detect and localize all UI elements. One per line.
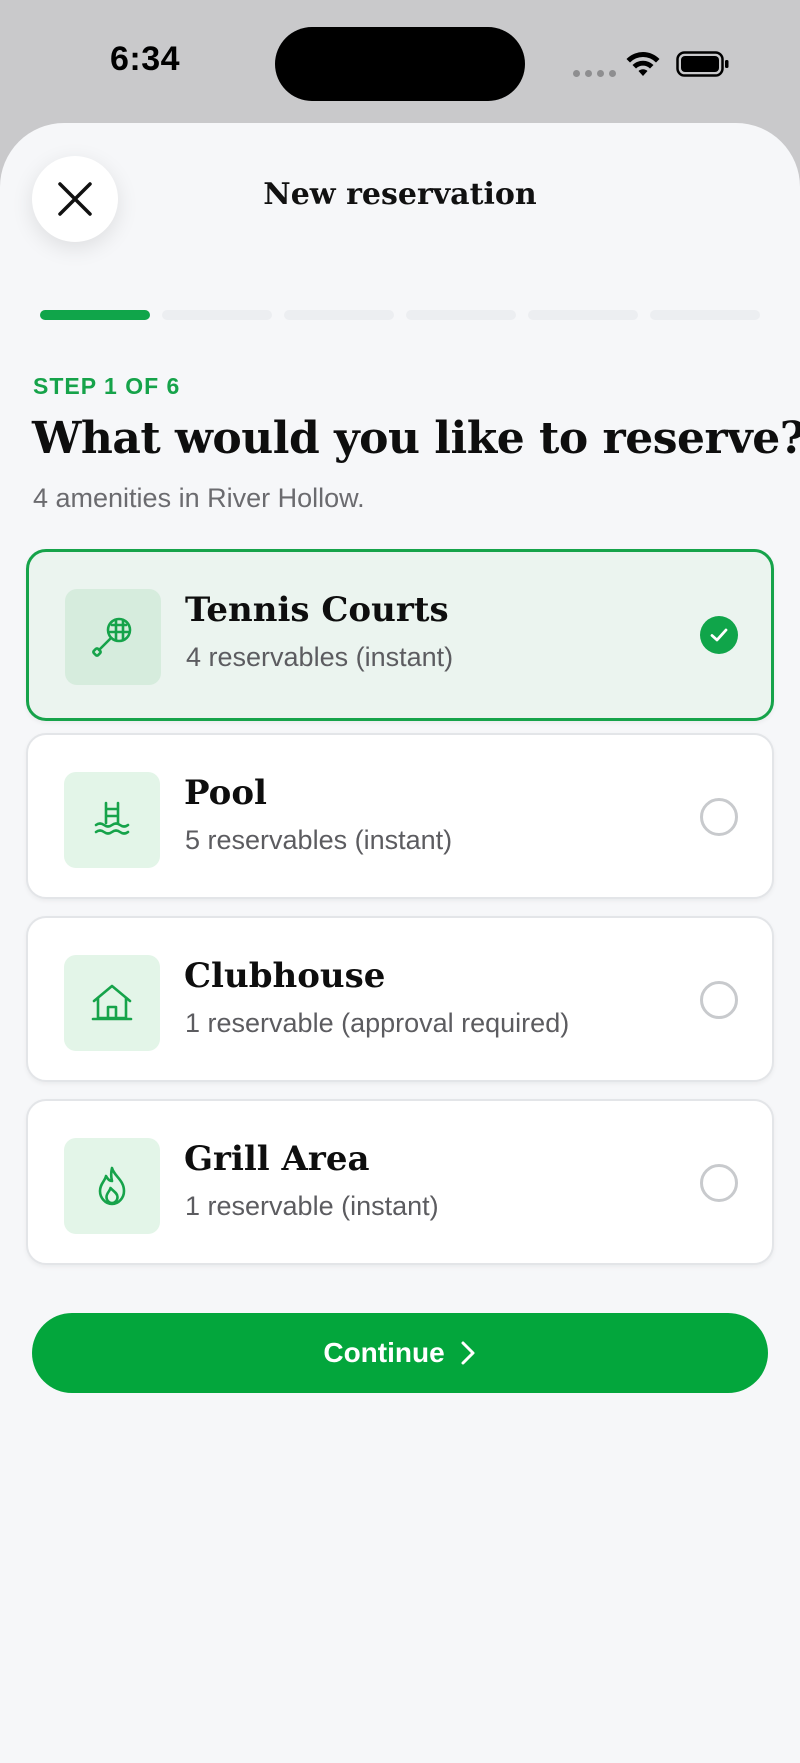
house-icon: [91, 984, 133, 1021]
pool-ladder-icon: [94, 801, 130, 835]
reservation-sheet: New reservation STEP 1 OF 6 What would y…: [0, 123, 800, 1763]
selected-radio[interactable]: [700, 616, 738, 654]
page-subtitle: 4 amenities in River Hollow.: [33, 483, 365, 513]
status-bar: 6:34: [0, 0, 800, 120]
unselected-radio[interactable]: [700, 981, 738, 1019]
page-title: What would you like to reserve?: [32, 413, 800, 464]
progress-segment-1: [40, 310, 150, 320]
amenity-title: Grill Area: [184, 1139, 370, 1179]
unselected-radio[interactable]: [700, 798, 738, 836]
amenity-icon-tile: [64, 955, 160, 1051]
unselected-radio[interactable]: [700, 1164, 738, 1202]
check-icon: [710, 628, 728, 642]
amenity-icon-tile: [64, 772, 160, 868]
battery-icon: [676, 51, 729, 77]
dynamic-island: [275, 27, 525, 101]
amenity-subtitle: 5 reservables (instant): [185, 825, 453, 855]
amenity-icon-tile: [65, 589, 161, 685]
step-label: STEP 1 OF 6: [33, 373, 181, 399]
amenity-title: Pool: [184, 773, 267, 813]
step-progress-bar: [40, 310, 760, 320]
progress-segment-5: [528, 310, 638, 320]
amenity-title: Tennis Courts: [185, 590, 449, 630]
amenity-option-tennis-courts[interactable]: Tennis Courts 4 reservables (instant): [26, 549, 774, 721]
amenity-title: Clubhouse: [184, 956, 386, 996]
tennis-racket-icon: [92, 617, 132, 657]
progress-segment-3: [284, 310, 394, 320]
progress-segment-4: [406, 310, 516, 320]
amenity-options: Tennis Courts 4 reservables (instant) Po…: [26, 549, 774, 1282]
amenity-option-clubhouse[interactable]: Clubhouse 1 reservable (approval require…: [26, 916, 774, 1082]
amenity-subtitle: 1 reservable (instant): [185, 1191, 439, 1221]
sheet-title: New reservation: [263, 177, 537, 212]
flame-icon: [98, 1166, 126, 1206]
cellular-signal-icon: [573, 70, 616, 77]
chevron-right-icon: [461, 1341, 475, 1365]
continue-button-label: Continue: [323, 1337, 445, 1368]
amenity-option-grill-area[interactable]: Grill Area 1 reservable (instant): [26, 1099, 774, 1265]
amenity-subtitle: 4 reservables (instant): [186, 642, 454, 672]
amenity-option-pool[interactable]: Pool 5 reservables (instant): [26, 733, 774, 899]
amenity-icon-tile: [64, 1138, 160, 1234]
wifi-icon: [626, 52, 660, 76]
progress-segment-6: [650, 310, 760, 320]
continue-button[interactable]: Continue: [32, 1313, 768, 1393]
amenity-subtitle: 1 reservable (approval required): [185, 1008, 570, 1038]
progress-segment-2: [162, 310, 272, 320]
status-time: 6:34: [110, 40, 181, 78]
